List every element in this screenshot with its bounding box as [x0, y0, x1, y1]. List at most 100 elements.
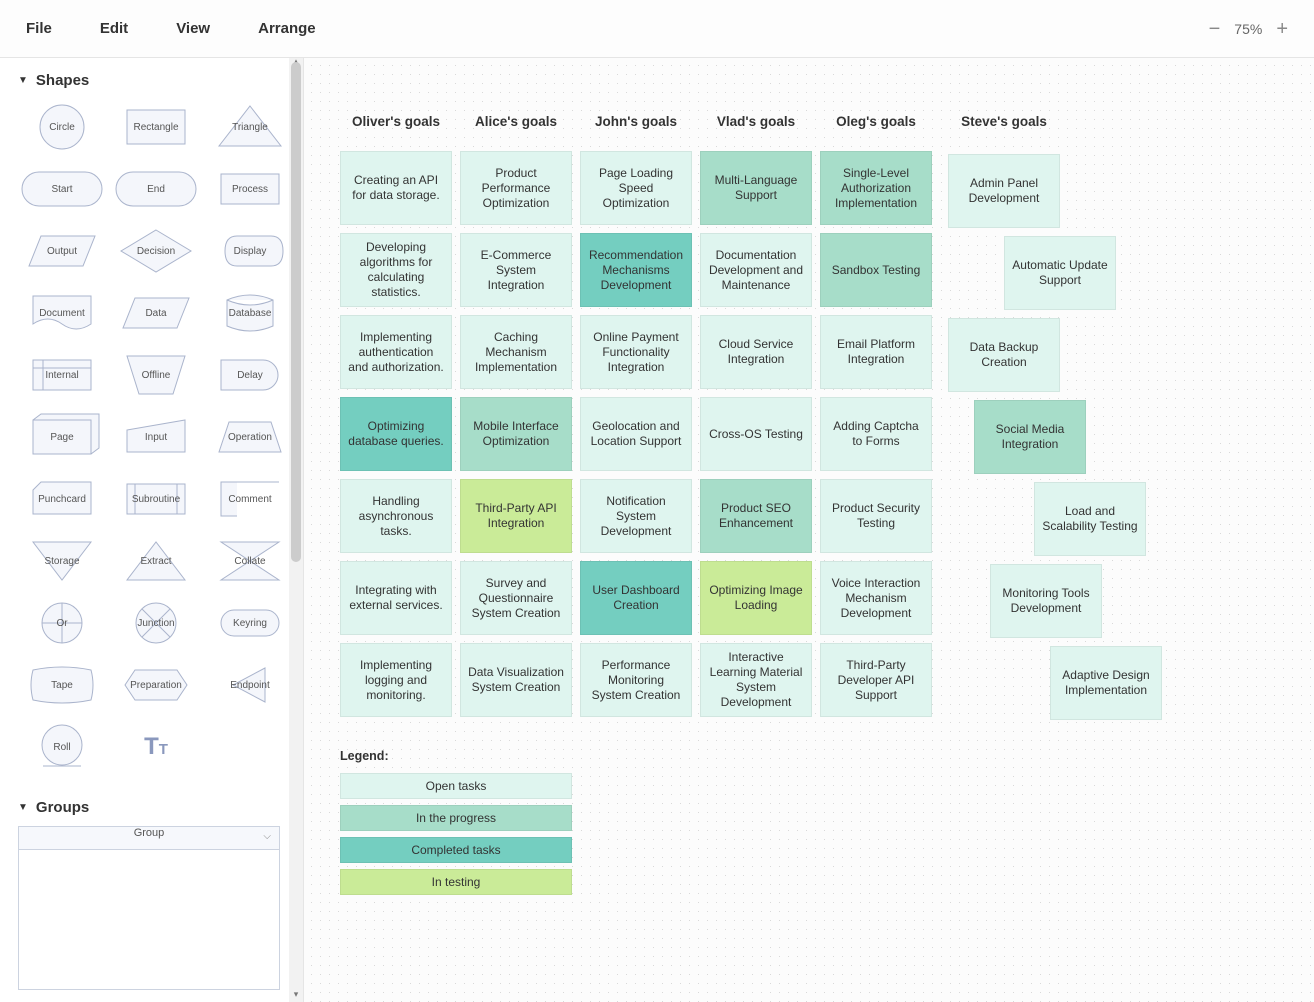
shape-start[interactable]: Start	[18, 161, 106, 217]
groups-title: Groups	[36, 799, 89, 816]
zoom-out-button[interactable]: −	[1209, 19, 1221, 39]
shape-input[interactable]: Input	[112, 409, 200, 465]
group-select[interactable]: Group ⌵	[18, 826, 280, 850]
task-card[interactable]: Documentation Development and Maintenanc…	[700, 233, 812, 307]
shape-collate[interactable]: Collate	[206, 533, 294, 589]
shape-display[interactable]: Display	[206, 223, 294, 279]
legend-row: In testing	[340, 869, 572, 895]
kanban-board: Oliver's goalsCreating an API for data s…	[340, 114, 1314, 725]
shape-subroutine[interactable]: Subroutine	[112, 471, 200, 527]
task-card[interactable]: Load and Scalability Testing	[1034, 482, 1146, 556]
task-card[interactable]: Adding Captcha to Forms	[820, 397, 932, 471]
task-card[interactable]: Mobile Interface Optimization	[460, 397, 572, 471]
scrollbar-thumb[interactable]	[291, 62, 301, 562]
task-card[interactable]: Implementing logging and monitoring.	[340, 643, 452, 717]
shape-tape[interactable]: Tape	[18, 657, 106, 713]
sidebar: ▼ Shapes CircleRectangleTriangleStartEnd…	[0, 58, 304, 1002]
task-card[interactable]: Data Visualization System Creation	[460, 643, 572, 717]
shape-preparation[interactable]: Preparation	[112, 657, 200, 713]
task-card[interactable]: Cloud Service Integration	[700, 315, 812, 389]
zoom-in-button[interactable]: +	[1276, 19, 1288, 39]
task-card[interactable]: Single-Level Authorization Implementatio…	[820, 151, 932, 225]
shapes-section-toggle[interactable]: ▼ Shapes	[18, 72, 291, 89]
shape-database[interactable]: Database	[206, 285, 294, 341]
menu-file[interactable]: File	[26, 20, 52, 37]
text-tool[interactable]: TT	[112, 719, 200, 775]
task-card[interactable]: Interactive Learning Material System Dev…	[700, 643, 812, 717]
shape-punchcard[interactable]: Punchcard	[18, 471, 106, 527]
task-card[interactable]: Product Performance Optimization	[460, 151, 572, 225]
scroll-down-icon[interactable]: ▾	[289, 989, 303, 1000]
shape-comment[interactable]: Comment	[206, 471, 294, 527]
task-card[interactable]: Automatic Update Support	[1004, 236, 1116, 310]
task-card[interactable]: Third-Party Developer API Support	[820, 643, 932, 717]
shape-delay[interactable]: Delay	[206, 347, 294, 403]
task-card[interactable]: Developing algorithms for calculating st…	[340, 233, 452, 307]
shapes-grid: CircleRectangleTriangle StartEndProcess Ou…	[18, 99, 291, 775]
task-card[interactable]: Recommendation Mechanisms Development	[580, 233, 692, 307]
task-card[interactable]: Page Loading Speed Optimization	[580, 151, 692, 225]
task-card[interactable]: Sandbox Testing	[820, 233, 932, 307]
task-card[interactable]: Optimizing database queries.	[340, 397, 452, 471]
shape-offline[interactable]: Offline	[112, 347, 200, 403]
column-header: Oleg's goals	[820, 114, 932, 129]
legend-row: Open tasks	[340, 773, 572, 799]
shape-storage[interactable]: Storage	[18, 533, 106, 589]
shape-rectangle[interactable]: Rectangle	[112, 99, 200, 155]
menu-edit[interactable]: Edit	[100, 20, 128, 37]
task-card[interactable]: Admin Panel Development	[948, 154, 1060, 228]
task-card[interactable]: Adaptive Design Implementation	[1050, 646, 1162, 720]
shape-endpoint[interactable]: Endpoint	[206, 657, 294, 713]
task-card[interactable]: Performance Monitoring System Creation	[580, 643, 692, 717]
groups-section-toggle[interactable]: ▼ Groups	[18, 799, 291, 816]
shapes-title: Shapes	[36, 72, 89, 89]
shape-page[interactable]: Page	[18, 409, 106, 465]
canvas[interactable]: Oliver's goalsCreating an API for data s…	[304, 58, 1314, 1002]
task-card[interactable]: Online Payment Functionality Integration	[580, 315, 692, 389]
task-card[interactable]: Multi-Language Support	[700, 151, 812, 225]
task-card[interactable]: Creating an API for data storage.	[340, 151, 452, 225]
shape-internal[interactable]: Internal	[18, 347, 106, 403]
task-card[interactable]: Product Security Testing	[820, 479, 932, 553]
task-card[interactable]: Monitoring Tools Development	[990, 564, 1102, 638]
shape-operation[interactable]: Operation	[206, 409, 294, 465]
shape-extract[interactable]: Extract	[112, 533, 200, 589]
task-card[interactable]: Product SEO Enhancement	[700, 479, 812, 553]
chevron-down-icon: ⌵	[263, 831, 271, 842]
shape-output[interactable]: Output	[18, 223, 106, 279]
task-card[interactable]: User Dashboard Creation	[580, 561, 692, 635]
task-card[interactable]: Email Platform Integration	[820, 315, 932, 389]
column-header: Alice's goals	[460, 114, 572, 129]
menu-arrange[interactable]: Arrange	[258, 20, 316, 37]
menubar: File Edit View Arrange − 75% +	[0, 0, 1314, 58]
shape-decision[interactable]: Decision	[112, 223, 200, 279]
task-card[interactable]: Notification System Development	[580, 479, 692, 553]
task-card[interactable]: Data Backup Creation	[948, 318, 1060, 392]
shape-or[interactable]: Or	[18, 595, 106, 651]
shape-keyring[interactable]: Keyring	[206, 595, 294, 651]
shape-junction[interactable]: Junction	[112, 595, 200, 651]
shape-document[interactable]: Document	[18, 285, 106, 341]
task-card[interactable]: Optimizing Image Loading	[700, 561, 812, 635]
menu-view[interactable]: View	[176, 20, 210, 37]
shape-end[interactable]: End	[112, 161, 200, 217]
task-card[interactable]: Social Media Integration	[974, 400, 1086, 474]
task-card[interactable]: Cross-OS Testing	[700, 397, 812, 471]
shape-process[interactable]: Process	[206, 161, 294, 217]
zoom-controls: − 75% +	[1209, 19, 1288, 39]
task-card[interactable]: E-Commerce System Integration	[460, 233, 572, 307]
shape-circle[interactable]: Circle	[18, 99, 106, 155]
task-card[interactable]: Third-Party API Integration	[460, 479, 572, 553]
sidebar-scrollbar[interactable]: ▴ ▾	[289, 58, 303, 1002]
task-card[interactable]: Geolocation and Location Support	[580, 397, 692, 471]
shape-data[interactable]: Data	[112, 285, 200, 341]
group-select-value: Group	[134, 827, 165, 839]
task-card[interactable]: Implementing authentication and authoriz…	[340, 315, 452, 389]
shape-triangle[interactable]: Triangle	[206, 99, 294, 155]
task-card[interactable]: Caching Mechanism Implementation	[460, 315, 572, 389]
task-card[interactable]: Integrating with external services.	[340, 561, 452, 635]
task-card[interactable]: Survey and Questionnaire System Creation	[460, 561, 572, 635]
task-card[interactable]: Voice Interaction Mechanism Development	[820, 561, 932, 635]
shape-roll[interactable]: Roll	[18, 719, 106, 775]
task-card[interactable]: Handling asynchronous tasks.	[340, 479, 452, 553]
